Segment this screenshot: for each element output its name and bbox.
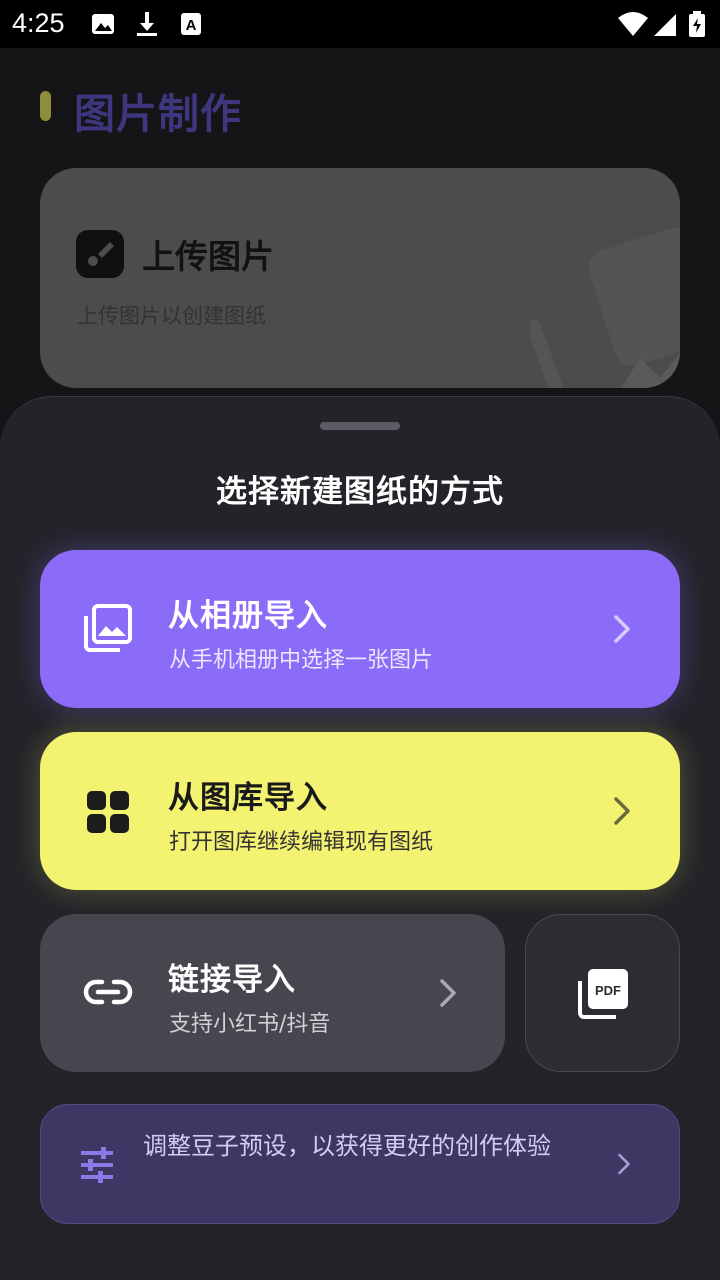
import-pdf-button[interactable]: PDF (525, 914, 680, 1072)
chevron-right-icon (618, 1153, 630, 1175)
library-subtitle: 打开图库继续编辑现有图纸 (169, 830, 434, 855)
chevron-right-icon (614, 797, 630, 825)
chevron-right-icon (614, 615, 630, 643)
pdf-icon: PDF (578, 969, 628, 1019)
section-title: 图片制作 (74, 90, 242, 138)
status-bar: 4:25 A (0, 0, 720, 48)
section-marker (40, 91, 51, 121)
a-icon: A (181, 13, 201, 35)
import-from-link-button[interactable]: 链接导入 支持小红书/抖音 (40, 914, 505, 1072)
battery-icon (689, 11, 705, 37)
grid-icon (87, 791, 129, 833)
svg-text:PDF: PDF (595, 983, 621, 998)
chevron-right-icon (440, 979, 456, 1007)
library-title: 从图库导入 (168, 780, 328, 816)
download-icon (137, 12, 157, 36)
cellular-icon (654, 14, 676, 36)
brush-icon (76, 230, 124, 278)
tune-icon (81, 1147, 113, 1183)
upload-image-card[interactable]: 上传图片 上传图片以创建图纸 (40, 168, 680, 388)
photo-library-icon (84, 604, 132, 652)
adjust-bead-presets-banner[interactable]: 调整豆子预设，以获得更好的创作体验 (40, 1104, 680, 1224)
sheet-title: 选择新建图纸的方式 (216, 474, 504, 510)
album-subtitle: 从手机相册中选择一张图片 (169, 648, 434, 673)
import-from-library-button[interactable]: 从图库导入 打开图库继续编辑现有图纸 (40, 732, 680, 890)
wifi-icon (618, 12, 648, 36)
image-icon (92, 14, 114, 34)
link-subtitle: 支持小红书/抖音 (169, 1012, 331, 1037)
svg-text:A: A (186, 17, 197, 34)
link-icon (83, 979, 133, 1005)
upload-title: 上传图片 (142, 237, 274, 276)
status-time: 4:25 (12, 8, 65, 38)
image-decoration-icon (530, 228, 680, 388)
album-title: 从相册导入 (168, 598, 328, 634)
tune-text: 调整豆子预设，以获得更好的创作体验 (143, 1132, 551, 1160)
upload-subtitle: 上传图片以创建图纸 (77, 304, 266, 328)
sheet-drag-handle[interactable] (320, 422, 400, 430)
import-from-album-button[interactable]: 从相册导入 从手机相册中选择一张图片 (40, 550, 680, 708)
link-title: 链接导入 (168, 962, 296, 998)
